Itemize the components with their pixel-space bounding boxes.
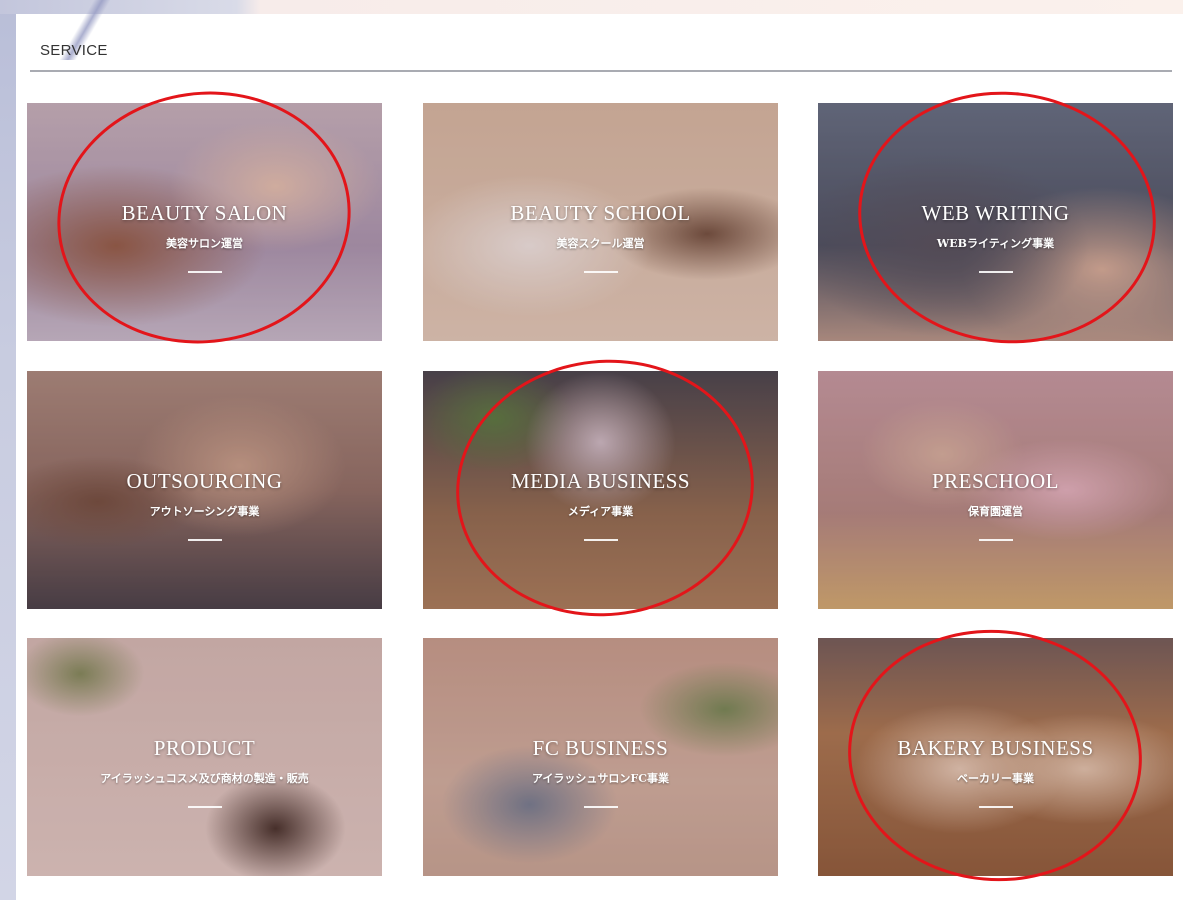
service-card-media-business[interactable]: MEDIA BUSINESS メディア事業 <box>423 371 778 609</box>
service-card-product[interactable]: PRODUCT アイラッシュコスメ及び商材の製造・販売 <box>27 638 382 876</box>
card-divider <box>978 271 1013 273</box>
card-subtitle: アウトソーシング事業 <box>149 505 260 518</box>
card-title: BAKERY BUSINESS <box>897 736 1094 760</box>
service-card-preschool[interactable]: PRESCHOOL 保育園運営 <box>818 371 1173 609</box>
service-card-bakery-business[interactable]: BAKERY BUSINESS ベーカリー事業 <box>818 638 1173 876</box>
card-title: PRODUCT <box>153 736 256 760</box>
card-divider <box>978 539 1013 541</box>
top-decoration <box>0 0 1183 14</box>
service-card-web-writing[interactable]: WEB WRITING WEBライティング事業 <box>818 103 1173 341</box>
card-title: BEAUTY SALON <box>121 201 288 225</box>
card-divider <box>187 271 222 273</box>
card-subtitle: ベーカリー事業 <box>957 772 1034 785</box>
card-divider <box>187 806 222 808</box>
section-divider <box>30 70 1172 72</box>
card-divider <box>583 271 618 273</box>
service-grid: BEAUTY SALON 美容サロン運営 BEAUTY SCHOOL 美容スクー… <box>27 103 1173 876</box>
card-title: FC BUSINESS <box>532 736 669 760</box>
card-divider <box>187 539 222 541</box>
service-card-fc-business[interactable]: FC BUSINESS アイラッシュサロンFC事業 <box>423 638 778 876</box>
service-card-outsourcing[interactable]: OUTSOURCING アウトソーシング事業 <box>27 371 382 609</box>
card-subtitle: 美容スクール運営 <box>556 237 645 250</box>
card-subtitle: アイラッシュコスメ及び商材の製造・販売 <box>100 772 309 785</box>
service-card-beauty-salon[interactable]: BEAUTY SALON 美容サロン運営 <box>27 103 382 341</box>
card-subtitle: 保育園運営 <box>968 505 1023 518</box>
card-title: BEAUTY SCHOOL <box>510 201 691 225</box>
card-divider <box>583 539 618 541</box>
card-title: PRESCHOOL <box>931 469 1060 493</box>
card-title: WEB WRITING <box>921 201 1070 225</box>
card-title: MEDIA BUSINESS <box>510 469 691 493</box>
card-subtitle: WEBライティング事業 <box>936 237 1055 250</box>
card-subtitle: 美容サロン運営 <box>166 237 243 250</box>
card-divider <box>978 806 1013 808</box>
card-divider <box>583 806 618 808</box>
card-subtitle: アイラッシュサロンFC事業 <box>531 772 669 785</box>
left-decoration <box>0 0 16 900</box>
section-title: SERVICE <box>40 42 108 59</box>
card-title: OUTSOURCING <box>126 469 283 493</box>
card-subtitle: メディア事業 <box>567 505 634 518</box>
service-card-beauty-school[interactable]: BEAUTY SCHOOL 美容スクール運営 <box>423 103 778 341</box>
